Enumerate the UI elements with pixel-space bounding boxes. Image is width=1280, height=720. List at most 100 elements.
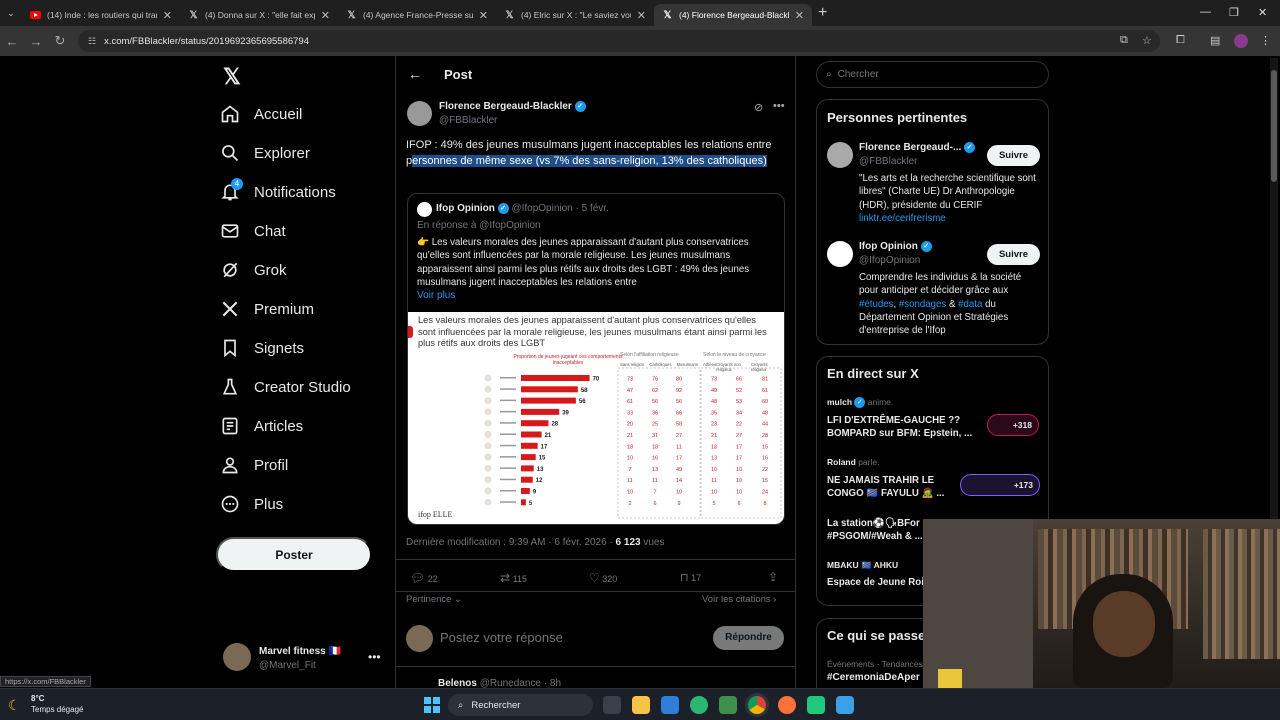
listeners-badge[interactable]: +173 xyxy=(960,474,1040,496)
weather-desc[interactable]: Temps dégagé xyxy=(31,705,83,714)
app-icon[interactable] xyxy=(807,696,825,714)
like-stat[interactable]: ♡ 320 xyxy=(589,571,617,585)
close-icon[interactable]: ✕ xyxy=(163,9,172,22)
bookmark-stat[interactable]: ⊓ 17 xyxy=(680,571,701,584)
author-avatar[interactable] xyxy=(407,101,432,126)
chart-bar xyxy=(521,465,534,472)
taskbar-search[interactable]: ⌕ Rechercher xyxy=(448,694,593,716)
browser-tab[interactable]: 𝕏 (4) Agence France-Presse sur X ✕ xyxy=(338,4,496,26)
search-icon: ⌕ xyxy=(826,69,832,80)
follow-button[interactable]: Suivre xyxy=(987,145,1040,166)
browser-tab-active[interactable]: 𝕏 (4) Florence Bergeaud-Blackler ✕ xyxy=(654,4,812,26)
sidebar-item-premium[interactable]: Premium xyxy=(220,291,314,327)
windows-start-icon[interactable] xyxy=(424,697,440,713)
belief-value: 17 xyxy=(736,444,742,450)
site-info-icon[interactable]: ☷ xyxy=(88,36,96,47)
listeners-badge[interactable]: +318 xyxy=(987,414,1039,436)
more-icon[interactable]: ••• xyxy=(773,100,785,112)
search-input[interactable]: ⌕ Chercher xyxy=(816,61,1049,88)
post-button[interactable]: Poster xyxy=(216,537,372,572)
avatar[interactable] xyxy=(223,643,251,671)
new-tab-button[interactable]: + xyxy=(818,4,827,22)
belief-value: 15 xyxy=(762,444,768,450)
tab-search-icon[interactable]: ⌄ xyxy=(0,8,22,19)
quoted-post[interactable]: Ifop Opinion ✓ @IfopOpinion · 5 févr. En… xyxy=(407,193,785,525)
trend-name[interactable]: #CeremoniaDeAper xyxy=(827,672,920,683)
sidebar-item-articles[interactable]: Articles xyxy=(220,408,303,444)
divider xyxy=(396,666,795,667)
person-name[interactable]: Ifop Opinion ✓ xyxy=(859,241,932,252)
reply-stat[interactable]: 💬︎ 22 xyxy=(410,571,438,585)
sidebar-item-grok[interactable]: Grok xyxy=(220,252,287,288)
browser-tab[interactable]: 𝕏 (4) Donna sur X : "elle fait expr ✕ xyxy=(180,4,338,26)
hashtag-link[interactable]: #data xyxy=(958,299,982,310)
menu-icon[interactable]: ⋮ xyxy=(1260,34,1271,47)
close-icon[interactable]: ✕ xyxy=(795,9,804,22)
reply-button[interactable]: Répondre xyxy=(713,626,784,650)
bio-link[interactable]: linktr.ee/cerifrerisme xyxy=(859,213,946,224)
browser-tab[interactable]: (14) Inde : les routiers qui trans ✕ xyxy=(22,4,180,26)
firefox-icon[interactable] xyxy=(778,696,796,714)
bar-value-label: 70 xyxy=(593,377,600,383)
store-icon[interactable] xyxy=(661,696,679,714)
repost-stat[interactable]: ⇄ 115 xyxy=(500,571,527,585)
weather-icon[interactable]: ☾ xyxy=(8,697,21,714)
hashtag-link[interactable]: #sondages xyxy=(899,299,946,310)
see-more-link[interactable]: Voir plus xyxy=(417,290,455,301)
author-name[interactable]: Florence Bergeaud-Blackler ✓ xyxy=(439,101,586,112)
install-app-icon[interactable]: ⧉ xyxy=(1120,34,1128,47)
chrome-icon[interactable] xyxy=(748,696,766,714)
sidebar-item-creator-studio[interactable]: Creator Studio xyxy=(220,369,351,405)
space-title[interactable]: NE JAMAIS TRAHIR LE CONGO 🇨🇩 FAYULU 🧟 ..… xyxy=(827,474,952,500)
profile-avatar[interactable] xyxy=(1234,34,1248,48)
account-more-icon[interactable]: ••• xyxy=(368,650,381,664)
person-name[interactable]: Florence Bergeaud-... ✓ xyxy=(859,142,976,153)
reload-icon[interactable]: ↻ xyxy=(48,33,72,49)
x-logo-icon[interactable]: 𝕏 xyxy=(223,64,241,90)
avatar[interactable] xyxy=(827,142,853,168)
forward-icon[interactable]: → xyxy=(24,34,48,49)
scrollbar-thumb[interactable] xyxy=(1271,70,1277,182)
space-title[interactable]: La station⚽🗣BFor #PSGOM/#Weah & ... xyxy=(827,517,927,543)
hashtag-link[interactable]: #études xyxy=(859,299,893,310)
close-icon[interactable]: ✕ xyxy=(637,9,646,22)
share-icon[interactable]: ⇪ xyxy=(768,570,778,584)
more-circle-icon xyxy=(221,495,239,513)
author-handle[interactable]: @FBBlackler xyxy=(439,115,498,126)
close-icon[interactable]: ✕ xyxy=(321,9,330,22)
bar-value-label: 12 xyxy=(536,478,543,484)
task-view-icon[interactable] xyxy=(603,696,621,714)
url-input[interactable]: ☷ x.com/FBBlackler/status/20196923656955… xyxy=(78,30,1160,52)
app-icon[interactable] xyxy=(719,696,737,714)
minimize-icon[interactable]: — xyxy=(1200,6,1211,18)
sidebar-item-explorer[interactable]: Explorer xyxy=(220,135,310,171)
file-explorer-icon[interactable] xyxy=(632,696,650,714)
browser-tab[interactable]: 𝕏 (4) Elric sur X : "Le saviez vous? ✕ xyxy=(496,4,654,26)
edge-icon[interactable] xyxy=(690,696,708,714)
reply-input[interactable]: Postez votre réponse xyxy=(440,630,563,645)
extensions-icon[interactable]: ⧠ xyxy=(1176,34,1185,47)
restore-icon[interactable]: ❐ xyxy=(1229,6,1239,19)
see-quotes-link[interactable]: Voir les citations › xyxy=(702,594,776,605)
space-title[interactable]: LFI D'EXTRÊME-GAUCHE ?? BOMPARD sur BFM:… xyxy=(827,414,975,440)
sidebar-item-notifications[interactable]: 4 Notifications xyxy=(220,174,336,210)
tab-groups-icon[interactable]: ▤ xyxy=(1210,34,1220,47)
sort-dropdown[interactable]: Pertinence ⌄ xyxy=(406,594,462,605)
back-arrow-icon[interactable]: ← xyxy=(408,66,422,82)
sidebar-item-profil[interactable]: Profil xyxy=(220,447,288,483)
infographic-image[interactable]: Les valeurs morales des jeunes apparaiss… xyxy=(408,312,784,524)
space-title[interactable]: Espace de Jeune Roi xyxy=(827,577,924,588)
grok-icon[interactable]: ⊘ xyxy=(754,101,763,114)
close-window-icon[interactable]: ✕ xyxy=(1258,6,1267,19)
sidebar-item-plus[interactable]: Plus xyxy=(220,486,283,522)
app-icon[interactable] xyxy=(836,696,854,714)
follow-button[interactable]: Suivre xyxy=(987,244,1040,265)
back-icon[interactable]: ← xyxy=(0,34,24,49)
close-icon[interactable]: ✕ xyxy=(479,9,488,22)
sidebar-item-chat[interactable]: Chat xyxy=(220,213,286,249)
bookmark-star-icon[interactable]: ☆ xyxy=(1142,34,1152,47)
weather-temp[interactable]: 8°C xyxy=(31,694,44,703)
sidebar-item-signets[interactable]: Signets xyxy=(220,330,304,366)
avatar[interactable] xyxy=(827,241,853,267)
sidebar-item-accueil[interactable]: Accueil xyxy=(220,96,302,132)
